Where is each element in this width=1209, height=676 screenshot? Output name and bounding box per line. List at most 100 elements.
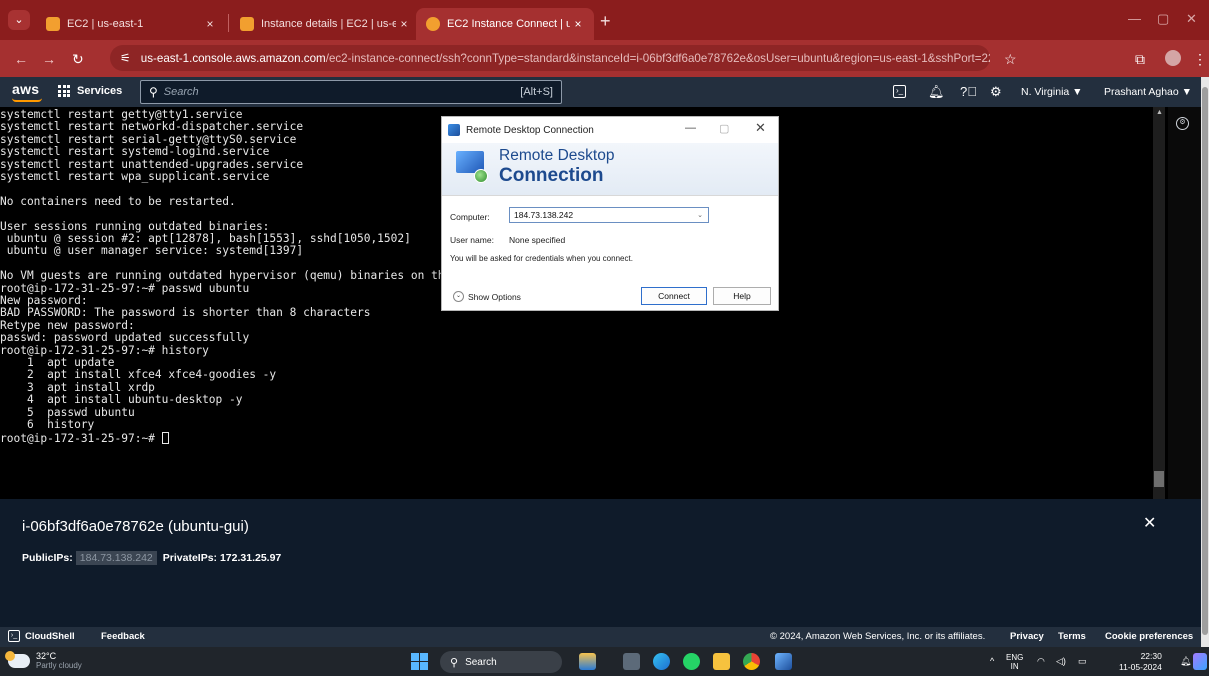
search-placeholder: Search: [163, 86, 199, 98]
region-selector[interactable]: N. Virginia ▼: [1021, 86, 1083, 98]
rdp-app-icon: [448, 124, 460, 136]
rdp-banner: Remote Desktop Connection: [442, 143, 778, 195]
weather-widget[interactable]: 32°C Partly cloudy: [5, 650, 82, 670]
weather-condition: Partly cloudy: [36, 661, 82, 670]
rdp-minimize-icon[interactable]: —: [685, 122, 696, 134]
notifications-bell-icon[interactable]: 🔔︎: [928, 84, 945, 100]
tab-close-icon[interactable]: ×: [202, 17, 218, 31]
minimize-icon[interactable]: —: [1128, 11, 1141, 26]
terminal-prompt: root@ip-172-31-25-97:~#: [0, 431, 162, 445]
terminal-scrollbar[interactable]: ▲: [1153, 107, 1165, 499]
copyright-text: © 2024, Amazon Web Services, Inc. or its…: [770, 631, 986, 642]
terminal-line: systemctl restart systemd-logind.service: [0, 145, 270, 159]
taskbar-search[interactable]: ⚲ Search: [440, 651, 562, 673]
battery-icon[interactable]: ▭: [1078, 656, 1087, 667]
site-settings-icon[interactable]: ⚟: [120, 51, 131, 65]
beach-widget-icon[interactable]: [579, 653, 596, 670]
url-path: /ec2-instance-connect/ssh?connType=stand…: [325, 51, 990, 65]
new-tab-button[interactable]: +: [600, 12, 611, 30]
url-text: us-east-1.console.aws.amazon.com/ec2-ins…: [141, 52, 990, 65]
page-scrollbar[interactable]: [1201, 77, 1209, 647]
cloudshell-footer-icon[interactable]: ›_: [8, 630, 20, 642]
page-scroll-thumb[interactable]: [1202, 87, 1208, 635]
feedback-link[interactable]: Feedback: [101, 631, 145, 642]
terminal-line: 6 history: [0, 418, 95, 432]
clock-time: 22:30: [1140, 651, 1162, 661]
language-indicator[interactable]: ENG IN: [1006, 653, 1023, 671]
cloudshell-link[interactable]: CloudShell: [25, 631, 75, 642]
restore-icon[interactable]: ▢: [1157, 11, 1169, 27]
copilot-icon[interactable]: [1193, 653, 1207, 670]
aws-ec2-favicon-icon: [46, 17, 60, 31]
edge-browser-icon[interactable]: [653, 653, 670, 670]
terminal-scroll-thumb[interactable]: [1154, 471, 1164, 487]
browser-menu-icon[interactable]: ⋮: [1193, 51, 1207, 68]
windows-start-icon[interactable]: [411, 653, 428, 670]
show-hidden-icons-chevron-icon[interactable]: ^: [990, 656, 994, 666]
tab-search-chevron-icon[interactable]: ⌄: [8, 10, 30, 30]
settings-gear-icon[interactable]: ⚙: [990, 84, 1002, 100]
notifications-icon[interactable]: 🔔︎: [1180, 656, 1191, 667]
account-menu[interactable]: Prashant Aghao ▼: [1104, 86, 1192, 98]
help-icon[interactable]: ?⃝: [960, 84, 977, 99]
aws-logo[interactable]: aws: [12, 81, 42, 102]
terms-link[interactable]: Terms: [1058, 631, 1086, 642]
task-view-icon[interactable]: [623, 653, 640, 670]
back-icon[interactable]: ←: [14, 51, 28, 67]
reload-icon[interactable]: ↻: [72, 51, 84, 68]
tab-label: Instance details | EC2 | us-east: [261, 18, 396, 30]
username-value: None specified: [509, 235, 566, 245]
remote-desktop-dialog: Remote Desktop Connection — ▢ ✕ Remote D…: [441, 116, 779, 311]
help-button[interactable]: Help: [713, 287, 771, 305]
services-label: Services: [77, 85, 123, 97]
lang-bottom: IN: [1010, 662, 1019, 671]
terminal-side-panel: [1168, 107, 1201, 499]
instance-title: i-06bf3df6a0e78762e (ubuntu-gui): [22, 518, 249, 535]
connect-button[interactable]: Connect: [641, 287, 707, 305]
private-ips: PrivateIPs: 172.31.25.97: [162, 552, 282, 564]
chrome-browser-icon[interactable]: [743, 653, 760, 670]
chevron-down-icon[interactable]: ⌄: [697, 209, 703, 223]
remote-desktop-taskbar-icon[interactable]: [775, 653, 792, 670]
profile-avatar-icon[interactable]: [1165, 50, 1181, 66]
terminal-line: No containers need to be restarted.: [0, 194, 236, 208]
settings-circle-icon[interactable]: ⚙: [1176, 117, 1189, 130]
search-icon: ⚲: [149, 85, 158, 99]
tab-ec2-instance-connect[interactable]: EC2 Instance Connect | us-east ×: [416, 8, 594, 40]
terminal-line: No VM guests are running outdated hyperv…: [0, 269, 499, 283]
aws-ec2-favicon-icon: [240, 17, 254, 31]
tab-ec2-us-east-1[interactable]: EC2 | us-east-1 ×: [36, 8, 226, 40]
cookie-preferences-link[interactable]: Cookie preferences: [1105, 631, 1193, 642]
services-menu-button[interactable]: Services: [58, 85, 122, 97]
tab-close-icon[interactable]: ×: [570, 17, 586, 31]
tab-close-icon[interactable]: ×: [396, 17, 412, 31]
tab-separator: [228, 14, 229, 32]
computer-combobox[interactable]: 184.73.138.242 ⌄: [509, 207, 709, 223]
url-host: us-east-1.console.aws.amazon.com: [140, 51, 326, 65]
wifi-icon[interactable]: ◠: [1037, 656, 1045, 667]
address-bar[interactable]: ⚟ us-east-1.console.aws.amazon.com/ec2-i…: [110, 45, 990, 71]
privacy-link[interactable]: Privacy: [1010, 631, 1044, 642]
tab-instance-details[interactable]: Instance details | EC2 | us-east ×: [230, 8, 420, 40]
browser-toolbar: ← → ↻ ⚟ us-east-1.console.aws.amazon.com…: [0, 40, 1209, 77]
volume-icon[interactable]: ◁): [1056, 656, 1066, 667]
extensions-icon[interactable]: ⧉: [1135, 51, 1145, 68]
show-options-toggle[interactable]: ⌄ Show Options: [453, 291, 521, 302]
cloudshell-icon[interactable]: ›_: [893, 85, 906, 98]
terminal-cursor: [161, 431, 169, 444]
close-window-icon[interactable]: ✕: [1186, 11, 1197, 27]
scroll-up-arrow-icon[interactable]: ▲: [1156, 109, 1163, 116]
file-explorer-icon[interactable]: [713, 653, 730, 670]
aws-search-input[interactable]: ⚲ Search [Alt+S]: [140, 80, 562, 104]
rdp-banner-line1: Remote Desktop: [499, 147, 615, 164]
whatsapp-icon[interactable]: [683, 653, 700, 670]
aws-footer: ›_ CloudShell Feedback © 2024, Amazon We…: [0, 627, 1201, 647]
close-panel-icon[interactable]: ✕: [1143, 513, 1156, 533]
forward-icon[interactable]: →: [42, 51, 56, 67]
taskbar-clock[interactable]: 22:30 11-05-2024: [1119, 651, 1162, 673]
aws-console-nav: aws Services ⚲ Search [Alt+S] ›_ 🔔︎ ?⃝ ⚙…: [0, 77, 1209, 107]
computer-value: 184.73.138.242: [514, 210, 574, 220]
rdp-close-icon[interactable]: ✕: [755, 120, 766, 136]
services-grid-icon: [58, 85, 70, 97]
bookmark-star-icon[interactable]: ☆: [1004, 51, 1017, 68]
